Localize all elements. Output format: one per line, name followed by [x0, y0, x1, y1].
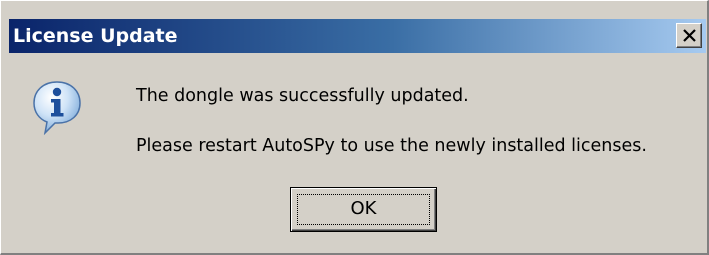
close-icon: [683, 29, 696, 42]
license-update-dialog: License Update The dongle was successful…: [0, 0, 709, 255]
title-bar[interactable]: License Update: [9, 19, 706, 53]
dialog-title: License Update: [13, 25, 178, 47]
ok-button[interactable]: OK: [290, 187, 437, 232]
message-line-1: The dongle was successfully updated.: [136, 86, 469, 106]
ok-button-label: OK: [350, 198, 377, 219]
close-button[interactable]: [676, 23, 702, 48]
information-icon: [33, 81, 81, 135]
message-line-2: Please restart AutoSPy to use the newly …: [136, 136, 647, 156]
